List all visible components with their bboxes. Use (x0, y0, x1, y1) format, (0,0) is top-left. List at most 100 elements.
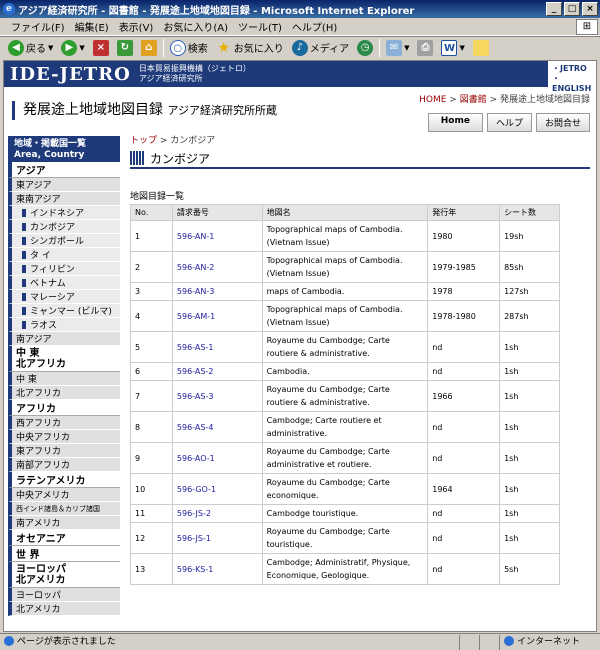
row-no: 12 (130, 522, 173, 554)
search-button[interactable]: ○ 検索 (168, 39, 210, 56)
word-icon: W (441, 39, 458, 56)
sidebar-item-thailand[interactable]: タ イ (8, 248, 120, 262)
search-icon: ○ (169, 39, 186, 56)
sidebar-item-central-africa[interactable]: 中央アフリカ (8, 430, 120, 444)
sidebar-item-south-america[interactable]: 南アメリカ (8, 516, 120, 530)
sidebar-item-label: 中 東北アフリカ (16, 348, 66, 370)
row-map-name: Topographical maps of Cambodia. (Vietnam… (261, 300, 429, 332)
header-buttons: Home ヘルプ お問合せ (427, 113, 590, 132)
page-subtitle: アジア経済研究所所蔵 (167, 104, 278, 117)
sidebar-item-east-africa[interactable]: 東アフリカ (8, 444, 120, 458)
sidebar-item-southeast-asia[interactable]: 東南アジア (8, 192, 120, 206)
minimize-button[interactable]: _ (546, 2, 562, 16)
toolbar-separator (379, 38, 381, 57)
menu-help[interactable]: ヘルプ(H) (287, 19, 342, 34)
sidebar-item-southern-africa[interactable]: 南部アフリカ (8, 458, 120, 472)
sidebar-item-north-africa[interactable]: 北アフリカ (8, 386, 120, 400)
link-english[interactable]: ・ENGLISH (552, 74, 591, 93)
sidebar-item-asia[interactable]: アジア (8, 162, 120, 178)
row-code-link[interactable]: 596-AN-2 (171, 251, 263, 283)
sidebar-item-europe[interactable]: ヨーロッパ (8, 588, 120, 602)
forward-button[interactable]: ▶ ▼ (59, 39, 86, 56)
row-no: 9 (130, 442, 173, 474)
discuss-button[interactable] (471, 39, 491, 56)
site-logo[interactable]: IDE-JETRO (4, 64, 131, 85)
home-button[interactable]: ⌂ (139, 39, 159, 56)
row-code-link[interactable]: 596-GO-1 (171, 473, 263, 505)
stop-button[interactable]: × (91, 39, 111, 56)
table-row: 5 596-AS-1 Royaume du Cambodge; Carte rout… (130, 331, 560, 363)
sidebar-item-philippines[interactable]: フィリピン (8, 262, 120, 276)
sidebar-item-central-america[interactable]: 中央アメリカ (8, 488, 120, 502)
crumb-top-link[interactable]: トップ (130, 136, 157, 146)
bullet-icon (22, 292, 26, 301)
sidebar-item-east-asia[interactable]: 東アジア (8, 178, 120, 192)
help-button[interactable]: ヘルプ (486, 113, 532, 132)
row-year: nd (427, 522, 501, 554)
row-sheets: 1sh (499, 380, 560, 412)
crumb-home-link[interactable]: HOME (419, 95, 446, 105)
row-code-link[interactable]: 596-AS-1 (171, 331, 263, 363)
row-sheets: 1sh (499, 473, 560, 505)
sidebar-item-myanmar[interactable]: ミャンマー (ビルマ) (8, 304, 120, 318)
back-button[interactable]: ◀ 戻る ▼ (6, 39, 55, 56)
row-code-link[interactable]: 596-AN-1 (171, 220, 263, 252)
row-year: 1978-1980 (427, 300, 501, 332)
sidebar-item-world[interactable]: 世 界 (8, 546, 120, 562)
edit-button[interactable]: W ▼ (439, 39, 466, 56)
stop-icon: × (92, 39, 109, 56)
print-button[interactable]: ⎙ (415, 39, 435, 56)
sidebar-item-middle-east[interactable]: 中 東 (8, 372, 120, 386)
row-code-link[interactable]: 596-AO-1 (171, 442, 263, 474)
sidebar-item-africa[interactable]: アフリカ (8, 400, 120, 416)
menu-view[interactable]: 表示(V) (114, 19, 159, 34)
row-code-link[interactable]: 596-AN-3 (171, 282, 263, 301)
sidebar-item-vietnam[interactable]: ベトナム (8, 276, 120, 290)
crumb-library-link[interactable]: 図書館 (460, 95, 487, 105)
sidebar-item-oceania[interactable]: オセアニア (8, 530, 120, 546)
menu-favorites[interactable]: お気に入り(A) (158, 19, 233, 34)
row-code-link[interactable]: 596-JS-2 (171, 504, 263, 523)
home-nav-button[interactable]: Home (427, 113, 483, 132)
row-no: 7 (130, 380, 173, 412)
sidebar-item-west-africa[interactable]: 西アフリカ (8, 416, 120, 430)
sidebar-item-middle-east-north-africa[interactable]: 中 東北アフリカ (8, 346, 120, 372)
sidebar-item-latin-america[interactable]: ラテンアメリカ (8, 472, 120, 488)
row-code-link[interactable]: 596-JS-1 (171, 522, 263, 554)
page-title-text: 発展途上地域地図目録 (23, 102, 163, 118)
row-code-link[interactable]: 596-AM-1 (171, 300, 263, 332)
sidebar-item-indonesia[interactable]: インドネシア (8, 206, 120, 220)
status-bar: ページが表示されました インターネット (0, 633, 600, 650)
menu-tools[interactable]: ツール(T) (233, 19, 287, 34)
row-code-link[interactable]: 596-AS-3 (171, 380, 263, 412)
row-code-link[interactable]: 596-AS-2 (171, 362, 263, 381)
link-jetro[interactable]: ・JETRO (552, 64, 587, 73)
history-button[interactable]: ◷ (355, 39, 375, 56)
org-line2: アジア経済研究所 (138, 74, 203, 83)
toolbar: ◀ 戻る ▼ ▶ ▼ × ↻ ⌂ ○ 検索 ★ お気に入り ♪ メディア ◷ ✉ ▼ ⎙ W ▼ (0, 36, 600, 58)
favorites-button[interactable]: ★ お気に入り (214, 40, 286, 56)
table-header-row: No. 請求番号 地図名 発行年 シート数 (130, 204, 560, 221)
contact-button[interactable]: お問合せ (535, 113, 590, 132)
sidebar-item-malaysia[interactable]: マレーシア (8, 290, 120, 304)
sidebar-item-europe-north-america[interactable]: ヨーロッパ 北アメリカ (8, 562, 120, 588)
sidebar-item-south-asia[interactable]: 南アジア (8, 332, 120, 346)
row-code-link[interactable]: 596-AS-4 (171, 411, 263, 443)
sidebar-item-label: インドネシア (30, 209, 85, 219)
row-code-link[interactable]: 596-KS-1 (171, 553, 263, 585)
refresh-button[interactable]: ↻ (115, 39, 135, 56)
mail-button[interactable]: ✉ ▼ (384, 39, 411, 56)
close-button[interactable]: × (582, 2, 598, 16)
sidebar-item-north-america[interactable]: 北アメリカ (8, 602, 120, 616)
table-row: 7 596-AS-3 Royaume du Cambodge; Carte rout… (130, 380, 560, 412)
sidebar-item-cambodia[interactable]: カンボジア (8, 220, 120, 234)
row-sheets: 19sh (499, 220, 560, 252)
table-row: 6 596-AS-2 Cambodia. nd 1sh (130, 362, 560, 381)
sidebar-item-laos[interactable]: ラオス (8, 318, 120, 332)
sidebar-item-singapore[interactable]: シンガポール (8, 234, 120, 248)
maximize-button[interactable]: □ (564, 2, 580, 16)
menu-file[interactable]: ファイル(F) (6, 19, 70, 34)
sidebar-item-caribbean[interactable]: 西インド諸島＆カリブ諸国 (8, 502, 120, 516)
media-button[interactable]: ♪ メディア (290, 39, 351, 56)
menu-edit[interactable]: 編集(E) (70, 19, 114, 34)
